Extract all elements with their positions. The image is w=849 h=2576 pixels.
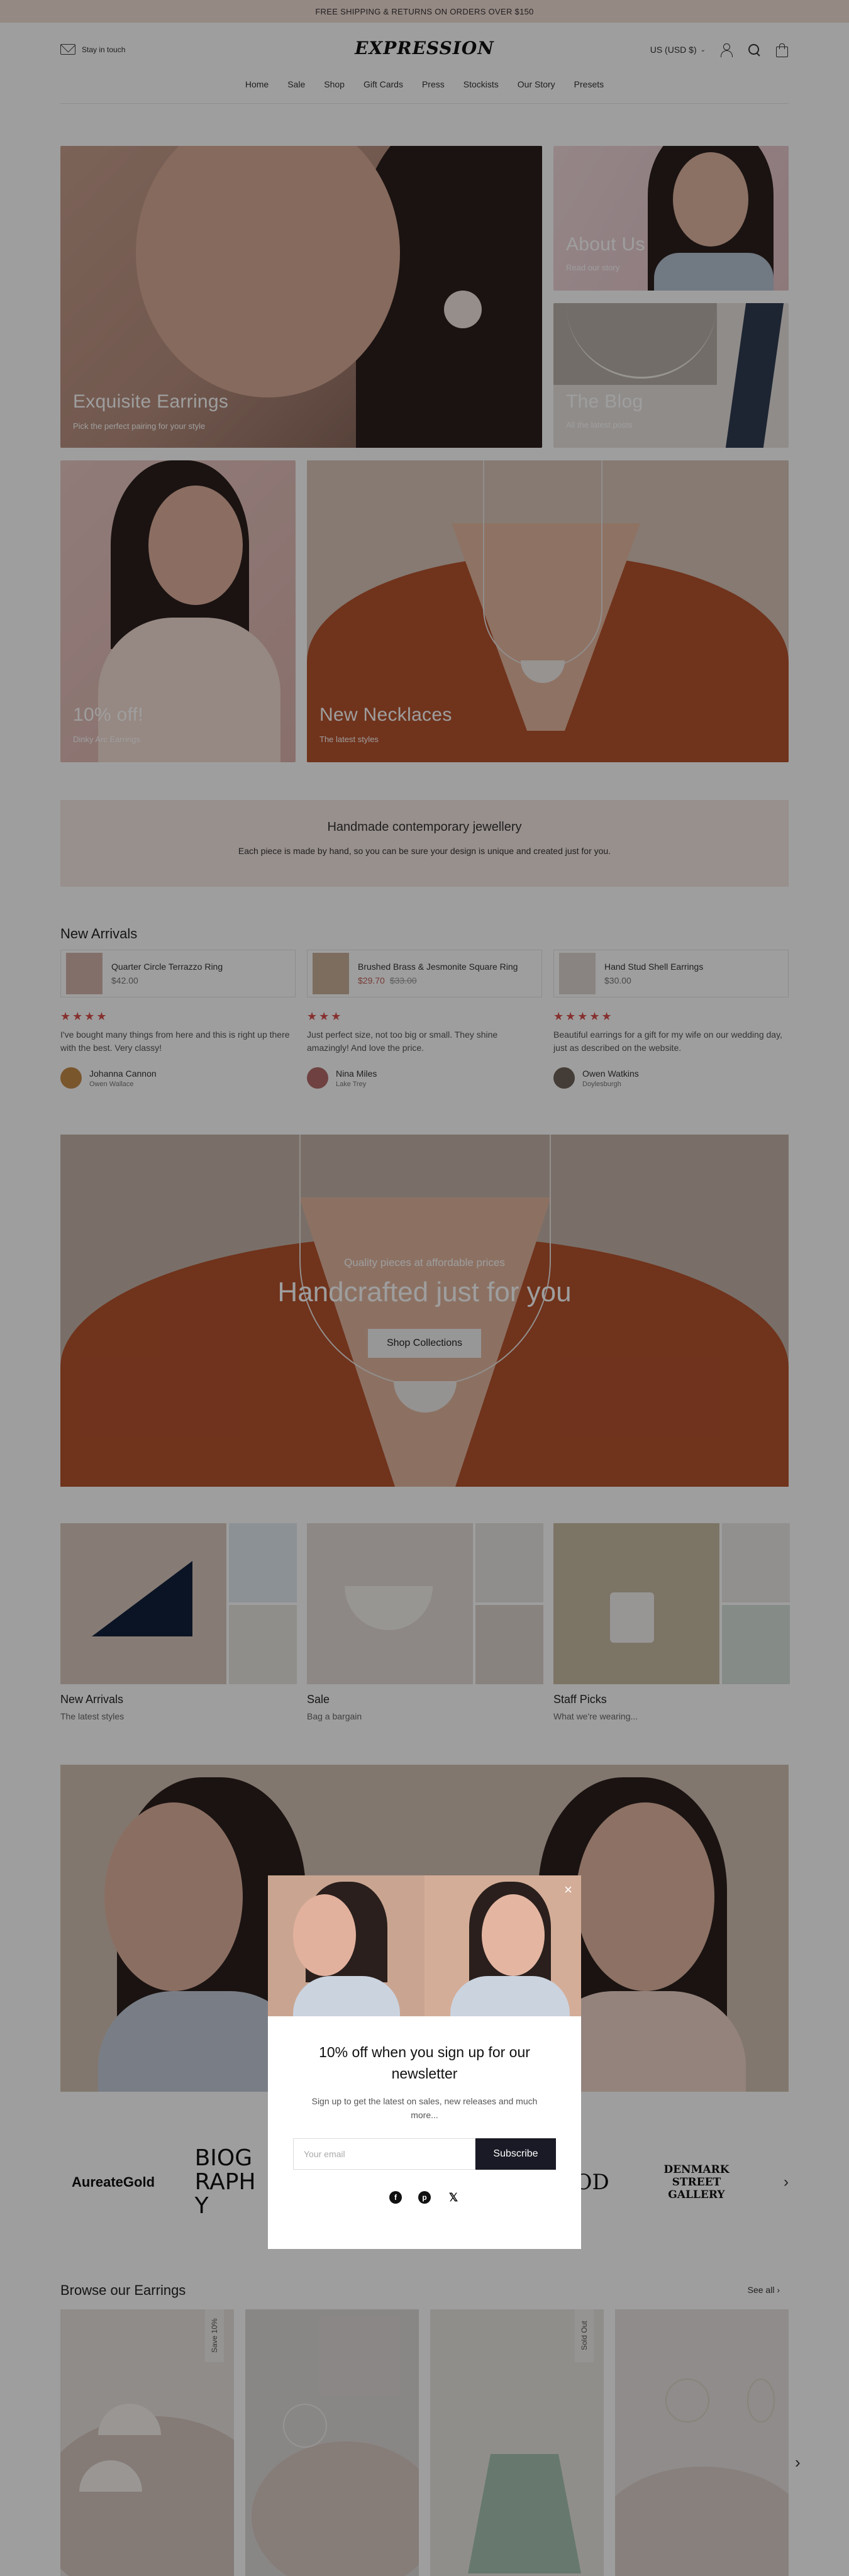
x-icon[interactable]: 𝕏 — [447, 2191, 460, 2204]
newsletter-form: Subscribe — [293, 2138, 556, 2170]
social-links: f p 𝕏 — [268, 2191, 581, 2204]
modal-title: 10% off when you sign up for our newslet… — [319, 2044, 530, 2082]
modal-image: × — [268, 1875, 581, 2016]
modal-text: Sign up to get the latest on sales, new … — [311, 2096, 538, 2120]
subscribe-button[interactable]: Subscribe — [475, 2138, 556, 2170]
pinterest-icon[interactable]: p — [418, 2191, 431, 2204]
facebook-icon[interactable]: f — [389, 2191, 402, 2204]
email-field[interactable] — [293, 2138, 475, 2170]
newsletter-modal: × 10% off when you sign up for our newsl… — [268, 1875, 581, 2249]
page: FREE SHIPPING & RETURNS ON ORDERS OVER $… — [0, 0, 849, 2576]
close-icon[interactable]: × — [564, 1882, 572, 1898]
